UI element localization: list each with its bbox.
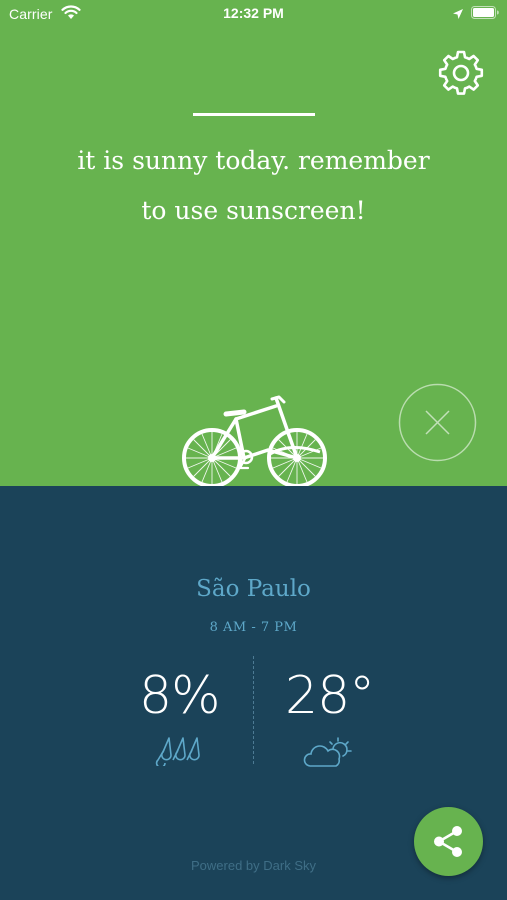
battery-icon (471, 6, 499, 22)
metrics-divider (253, 656, 254, 764)
message-divider (193, 113, 315, 116)
bicycle-icon (178, 394, 330, 488)
location-arrow-icon (452, 7, 464, 23)
rain-drops-icon (155, 736, 209, 769)
partly-cloudy-icon (303, 736, 353, 768)
time-range: 8 AM - 7 PM (209, 620, 298, 635)
dismiss-button[interactable] (398, 383, 477, 462)
weather-message: it is sunny today. remember to use sunsc… (20, 136, 487, 236)
settings-button[interactable] (437, 49, 485, 97)
gear-icon (438, 50, 484, 95)
temperature-value: 28° (285, 666, 375, 726)
message-line-2: to use sunscreen! (141, 196, 366, 225)
city-name: São Paulo (196, 576, 311, 602)
top-panel: Carrier 12:32 PM it is sunny today. reme… (0, 0, 507, 488)
share-button[interactable] (414, 807, 483, 876)
message-line-1: it is sunny today. remember (77, 146, 430, 175)
clock: 12:32 PM (223, 5, 284, 21)
rain-chance-value: 8% (139, 666, 221, 726)
status-bar: Carrier 12:32 PM (0, 0, 507, 28)
share-icon (434, 826, 462, 857)
close-icon (398, 383, 477, 462)
